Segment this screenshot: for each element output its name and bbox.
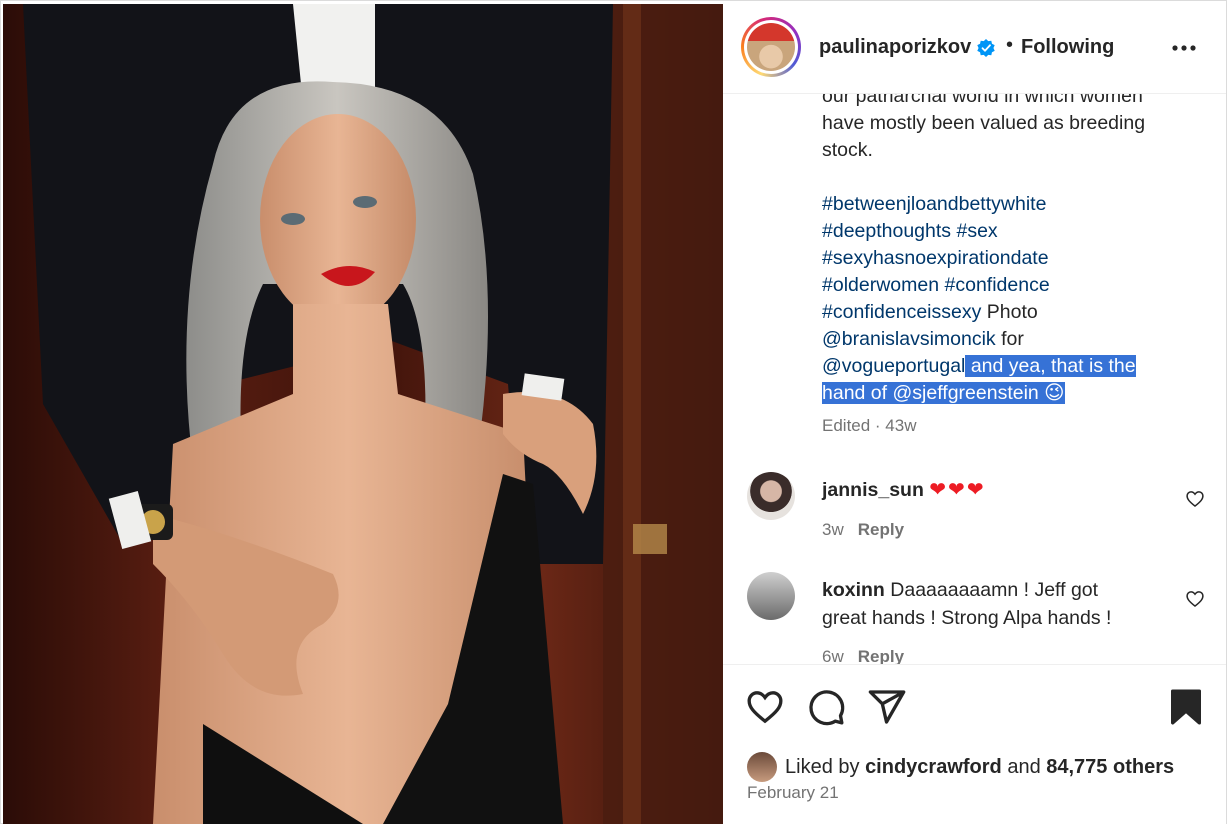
comment-age: 3w: [822, 520, 844, 539]
caption-line: our patriarchal world in which women: [822, 94, 1143, 107]
save-icon[interactable]: [1166, 687, 1206, 727]
comment-like-icon[interactable]: [1185, 489, 1205, 509]
post-username[interactable]: paulinaporizkov: [819, 36, 971, 59]
commenter-avatar[interactable]: [747, 472, 795, 520]
comment-body-line: Daaaaaaaamn ! Jeff got: [884, 579, 1099, 601]
verified-icon: [977, 39, 995, 57]
avatar-image: [747, 23, 795, 71]
reply-button[interactable]: Reply: [858, 520, 904, 539]
commenter-avatar[interactable]: [747, 572, 795, 620]
hashtag-link[interactable]: #confidenceissexy: [822, 301, 981, 323]
post-dialog: paulinaporizkov • Following our patriarc…: [0, 0, 1227, 824]
caption-hashtag-line: #betweenjloandbettywhite: [822, 191, 1182, 218]
hashtag-link[interactable]: #sex: [956, 220, 997, 242]
profile-avatar[interactable]: [741, 17, 801, 77]
share-icon[interactable]: [867, 687, 907, 727]
caption-hashtag-line: #deepthoughts #sex: [822, 218, 1182, 245]
caption-credit-line: @branislavsimoncik for: [822, 326, 1182, 353]
wink-emoji: 😉: [1038, 382, 1065, 404]
liker-username[interactable]: cindycrawford: [865, 756, 1002, 779]
heart-emojis: ❤❤❤: [929, 479, 986, 501]
post-side-panel: paulinaporizkov • Following our patriarc…: [723, 4, 1226, 824]
caption-credit-line: hand of @sjeffgreenstein 😉: [822, 380, 1182, 407]
comment-body-line: great hands ! Strong Alpa hands !: [822, 607, 1112, 629]
header-separator: •: [1006, 34, 1014, 56]
comments-scroll-area[interactable]: our patriarchal world in which women hav…: [723, 94, 1226, 664]
caption-line: have mostly been valued as breeding: [822, 112, 1146, 134]
comment-like-icon[interactable]: [1185, 589, 1205, 609]
reply-button[interactable]: Reply: [858, 647, 904, 664]
photo-illustration: [3, 4, 723, 824]
comment-meta: 6w Reply: [822, 647, 904, 664]
selected-text-block: hand of @sjeffgreenstein 😉: [822, 382, 1065, 404]
post-caption: our patriarchal world in which women hav…: [822, 94, 1182, 407]
hashtag-link[interactable]: #deepthoughts: [822, 220, 951, 242]
caption-line: stock.: [822, 139, 873, 161]
following-button[interactable]: Following: [1021, 36, 1114, 59]
comment-age: 6w: [822, 647, 844, 664]
hashtag-link[interactable]: #betweenjloandbettywhite: [822, 193, 1046, 215]
caption-hashtag-line: #olderwomen #confidence: [822, 272, 1182, 299]
caption-for-word: for: [995, 328, 1024, 350]
comment-text: koxinn Daaaaaaaamn ! Jeff got great hand…: [822, 576, 1162, 632]
caption-hashtag-line: #confidenceissexy Photo: [822, 299, 1182, 326]
caption-meta: Edited · 43w: [822, 416, 917, 435]
selected-text: and yea, that is the: [965, 355, 1136, 377]
selected-text: hand of: [822, 382, 893, 404]
post-header: paulinaporizkov • Following: [723, 4, 1226, 94]
comment-meta: 3w Reply: [822, 520, 904, 540]
avatar-inner: [744, 20, 798, 74]
caption-credit-line: @vogueportugal and yea, that is the: [822, 353, 1182, 380]
mention-link[interactable]: @sjeffgreenstein: [892, 382, 1038, 404]
caption-gap: [822, 164, 1182, 191]
caption-hashtag-line: #sexyhasnoexpirationdate: [822, 245, 1182, 272]
hashtag-link[interactable]: #confidence: [945, 274, 1050, 296]
mention-link[interactable]: @vogueportugal: [822, 355, 965, 377]
more-options-icon[interactable]: [1169, 36, 1199, 60]
comment-icon[interactable]: [806, 687, 846, 727]
like-icon[interactable]: [745, 687, 785, 727]
comment-text: jannis_sun ❤❤❤: [822, 476, 1162, 504]
liker-avatar: [747, 752, 777, 782]
post-date: February 21: [747, 783, 839, 802]
comment-username[interactable]: jannis_sun: [822, 479, 924, 501]
likes-prefix: Liked by: [785, 755, 866, 778]
likes-summary[interactable]: Liked by cindycrawford and 84,775 others: [747, 751, 1174, 783]
hashtag-link[interactable]: #sexyhasnoexpirationdate: [822, 247, 1049, 269]
post-photo[interactable]: [3, 4, 723, 824]
likes-count[interactable]: 84,775 others: [1046, 756, 1174, 779]
post-action-bar: Liked by cindycrawford and 84,775 others…: [723, 664, 1226, 824]
likes-middle: and: [1001, 755, 1047, 778]
mention-link[interactable]: @branislavsimoncik: [822, 328, 996, 350]
comment-username[interactable]: koxinn: [822, 579, 885, 601]
caption-photo-word: Photo: [981, 301, 1038, 323]
hashtag-link[interactable]: #olderwomen: [822, 274, 939, 296]
